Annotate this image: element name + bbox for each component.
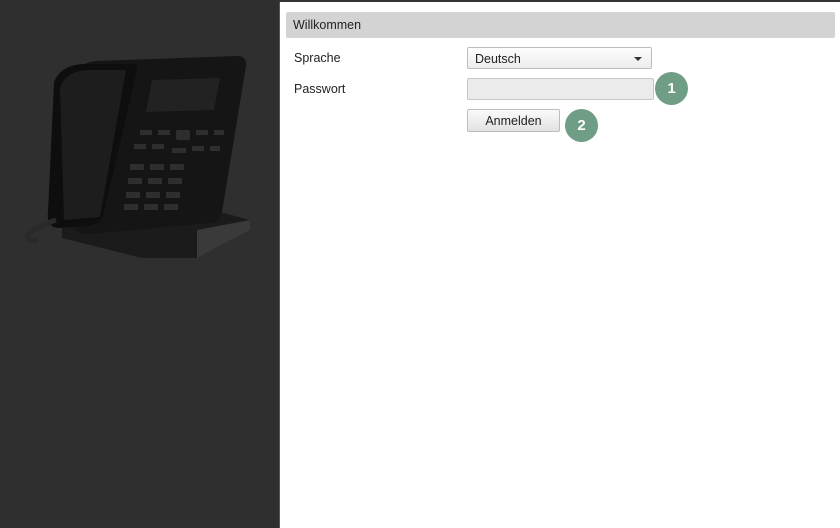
desk-phone-image [25, 56, 250, 258]
page-title: Willkommen [293, 18, 362, 32]
language-label: Sprache [294, 51, 341, 65]
login-button[interactable]: Anmelden [467, 109, 560, 132]
password-input[interactable] [467, 78, 654, 100]
password-label: Passwort [294, 82, 346, 96]
sidebar [0, 0, 279, 528]
welcome-header: Willkommen [286, 12, 835, 38]
annotation-badge-2: 2 [565, 109, 598, 142]
annotation-badge-1: 1 [655, 72, 688, 105]
main-panel: Willkommen Sprache Deutsch Passwort 1 An… [279, 2, 840, 528]
caret-down-icon [634, 57, 642, 61]
language-select-value: Deutsch [475, 52, 521, 66]
language-select[interactable]: Deutsch [467, 47, 652, 69]
